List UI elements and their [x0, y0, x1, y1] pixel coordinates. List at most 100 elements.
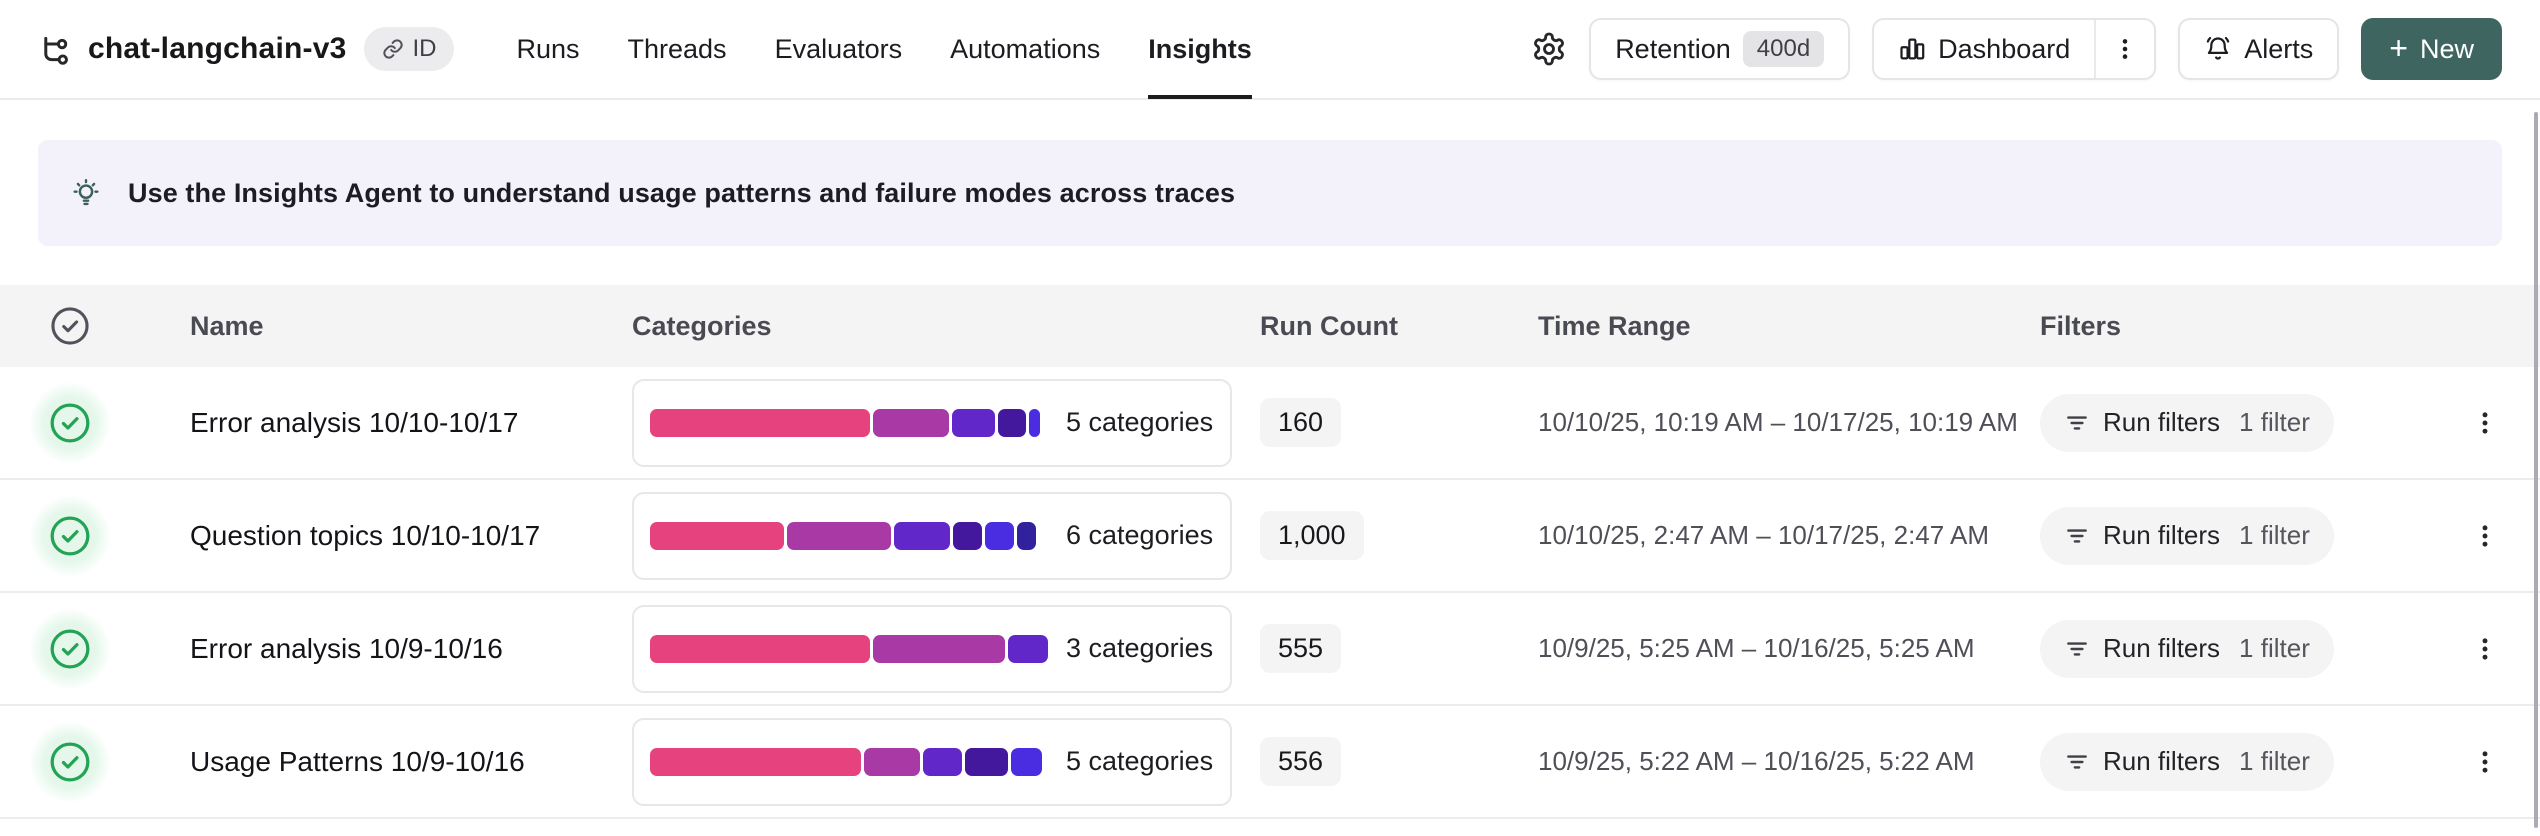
id-pill-label: ID: [412, 35, 437, 62]
category-segment: [650, 634, 870, 663]
category-segment: [1017, 521, 1037, 550]
categories-card[interactable]: 5 categories: [632, 717, 1232, 806]
category-segment: [923, 747, 963, 776]
categories-card[interactable]: 5 categories: [632, 378, 1232, 467]
run-filters-pill[interactable]: Run filters 1 filter: [2040, 619, 2334, 678]
tab-runs[interactable]: Runs: [516, 0, 579, 99]
table-row[interactable]: Question topics 10/10-10/17 6 categories…: [0, 480, 2540, 593]
filter-icon: [2067, 641, 2087, 656]
tab-automations[interactable]: Automations: [950, 0, 1100, 99]
table-row[interactable]: Usage Patterns 10/9-10/16 5 categories 5…: [0, 706, 2540, 819]
insights-agent-banner: Use the Insights Agent to understand usa…: [38, 140, 2502, 246]
category-segment: [873, 408, 950, 437]
run-filters-pill[interactable]: Run filters 1 filter: [2040, 732, 2334, 791]
insight-name-link[interactable]: Error analysis 10/9-10/16: [190, 633, 503, 664]
categories-bar: [650, 634, 1052, 663]
dashboard-menu-button[interactable]: [2094, 20, 2154, 78]
trace-tree-icon: [38, 32, 72, 66]
select-all-check-icon[interactable]: [48, 304, 92, 348]
retention-value-badge: 400d: [1742, 31, 1825, 67]
alerts-label: Alerts: [2244, 33, 2314, 64]
categories-count-label: 5 categories: [1066, 407, 1214, 437]
filter-count-label: 1 filter: [2239, 407, 2310, 437]
filter-count-label: 1 filter: [2239, 520, 2310, 550]
bar-chart-icon: [1900, 38, 1925, 60]
insight-name-link[interactable]: Usage Patterns 10/9-10/16: [190, 746, 525, 777]
filter-count-label: 1 filter: [2239, 746, 2310, 776]
vertical-scrollbar[interactable]: [2534, 112, 2538, 828]
run-filters-label: Run filters: [2103, 633, 2221, 663]
run-filters-label: Run filters: [2103, 746, 2221, 776]
insight-name-link[interactable]: Question topics 10/10-10/17: [190, 520, 540, 551]
status-halo: [29, 381, 111, 464]
copy-id-pill[interactable]: ID: [364, 27, 455, 71]
run-count-badge: 160: [1260, 398, 1342, 447]
insight-name-link[interactable]: Error analysis 10/10-10/17: [190, 407, 518, 438]
new-button[interactable]: + New: [2361, 18, 2502, 80]
kebab-icon: [2482, 411, 2488, 434]
settings-button[interactable]: [1531, 31, 1567, 67]
row-menu-button[interactable]: [2461, 738, 2509, 786]
category-segment: [1028, 408, 1041, 437]
row-menu-button[interactable]: [2461, 399, 2509, 447]
time-range-text: 10/10/25, 2:47 AM – 10/17/25, 2:47 AM: [1538, 520, 1990, 550]
run-filters-pill[interactable]: Run filters 1 filter: [2040, 393, 2334, 452]
top-bar: chat-langchain-v3 ID Runs Threads Evalua…: [0, 0, 2540, 100]
new-button-label: New: [2419, 33, 2474, 64]
time-range-text: 10/9/25, 5:25 AM – 10/16/25, 5:25 AM: [1538, 633, 1975, 663]
category-segment: [965, 747, 1009, 776]
time-range-text: 10/9/25, 5:22 AM – 10/16/25, 5:22 AM: [1538, 746, 1975, 776]
category-segment: [786, 521, 891, 550]
categories-bar: [650, 747, 1052, 776]
run-count-badge: 555: [1260, 624, 1342, 673]
categories-count-label: 6 categories: [1066, 520, 1214, 550]
filter-icon: [2067, 415, 2087, 430]
banner-text: Use the Insights Agent to understand usa…: [128, 177, 1236, 208]
column-header-filters: Filters: [2040, 310, 2122, 341]
category-segment: [1011, 747, 1043, 776]
column-header-run-count: Run Count: [1260, 310, 1398, 341]
category-segment: [863, 747, 921, 776]
dashboard-split-button: Dashboard: [1872, 18, 2157, 80]
top-actions: Retention 400d Dashboard Alerts + New: [1531, 18, 2502, 80]
kebab-icon: [2122, 39, 2128, 59]
status-halo: [29, 494, 111, 577]
row-menu-button[interactable]: [2461, 512, 2509, 560]
categories-count-label: 3 categories: [1066, 633, 1214, 663]
retention-button[interactable]: Retention 400d: [1589, 18, 1851, 80]
category-segment: [650, 747, 861, 776]
categories-card[interactable]: 3 categories: [632, 604, 1232, 693]
run-filters-label: Run filters: [2103, 407, 2221, 437]
alerts-button[interactable]: Alerts: [2178, 18, 2340, 80]
filter-count-label: 1 filter: [2239, 633, 2310, 663]
tab-insights[interactable]: Insights: [1148, 0, 1252, 99]
filter-icon: [2067, 754, 2087, 769]
insights-table-body: Error analysis 10/10-10/17 5 categories …: [0, 367, 2540, 819]
run-count-badge: 556: [1260, 737, 1342, 786]
categories-card[interactable]: 6 categories: [632, 491, 1232, 580]
row-menu-button[interactable]: [2461, 625, 2509, 673]
tab-threads[interactable]: Threads: [628, 0, 727, 99]
category-segment: [985, 521, 1015, 550]
tab-evaluators[interactable]: Evaluators: [775, 0, 903, 99]
run-filters-label: Run filters: [2103, 520, 2221, 550]
category-segment: [952, 408, 996, 437]
table-row[interactable]: Error analysis 10/9-10/16 3 categories 5…: [0, 593, 2540, 706]
retention-label: Retention: [1615, 33, 1731, 64]
table-header: Name Categories Run Count Time Range Fil…: [0, 285, 2540, 367]
table-row[interactable]: Error analysis 10/10-10/17 5 categories …: [0, 367, 2540, 480]
success-check-icon: [50, 403, 90, 442]
category-segment: [872, 634, 1006, 663]
column-header-time-range: Time Range: [1538, 310, 1691, 341]
kebab-icon: [2482, 524, 2488, 547]
status-halo: [29, 720, 111, 803]
dashboard-button[interactable]: Dashboard: [1874, 20, 2094, 78]
time-range-text: 10/10/25, 10:19 AM – 10/17/25, 10:19 AM: [1538, 407, 2018, 437]
project-tabs: Runs Threads Evaluators Automations Insi…: [516, 0, 1252, 99]
category-segment: [1008, 634, 1049, 663]
gear-icon: [1534, 32, 1565, 66]
project-title: chat-langchain-v3: [88, 32, 347, 65]
category-segment: [650, 521, 784, 550]
run-filters-pill[interactable]: Run filters 1 filter: [2040, 506, 2334, 565]
success-check-icon: [50, 629, 90, 668]
